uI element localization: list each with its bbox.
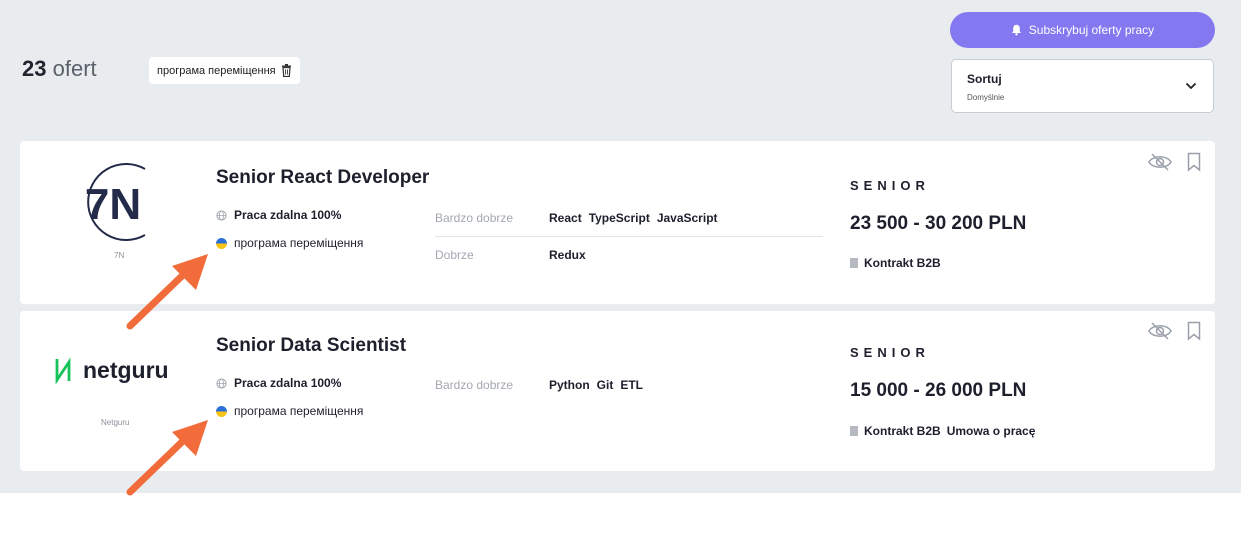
bookmark-icon[interactable] [1187,152,1201,172]
skill-tag: Redux [549,248,586,262]
skill-tag: ETL [620,378,644,392]
relocation-tag: програма переміщення [216,236,363,250]
skill-list: React TypeScript JavaScript [549,211,718,225]
seniority-level: SENIOR [850,178,930,193]
company-logo-text: 7N [85,180,141,229]
skill-tag: TypeScript [588,211,650,225]
company-name: 7N [114,251,125,260]
relocation-label: програма переміщення [234,404,364,418]
company-logo: netguru [55,357,169,385]
document-icon [850,258,858,268]
skill-tag: JavaScript [656,211,718,225]
skill-tag: Python [549,378,590,392]
document-icon [850,426,858,436]
results-count-number: 23 [22,56,47,81]
salary-range: 15 000 - 26 000 PLN [850,380,1027,401]
seniority-level: SENIOR [850,345,930,360]
company-logo: 7N [85,163,146,241]
bookmark-icon[interactable] [1187,321,1201,341]
skill-level-label: Dobrze [435,248,474,262]
work-mode-label: Praca zdalna 100% [234,208,342,222]
chevron-down-icon [1185,82,1197,90]
filter-chip-label: програма переміщення [157,64,276,77]
skill-divider [435,236,823,237]
job-title[interactable]: Senior React Developer [216,167,429,189]
work-mode: Praca zdalna 100% [216,208,341,222]
bell-icon [1011,24,1021,36]
annotation-arrow [126,420,208,496]
active-filter-chip[interactable]: програма переміщення [149,57,300,84]
sort-value: Domyślnie [967,93,1005,102]
globe-icon [216,209,227,221]
contract-type: Kontrakt B2B [864,424,941,438]
contract-types: Kontrakt B2B Umowa o pracę [850,424,1035,438]
contract-type: Umowa o pracę [946,424,1036,438]
work-mode: Praca zdalna 100% [216,376,341,390]
salary-range: 23 500 - 30 200 PLN [850,213,1027,234]
skill-level-label: Bardzo dobrze [435,211,514,225]
results-count-label: ofert [52,56,97,81]
contract-types: Kontrakt B2B [850,256,941,270]
subscribe-button[interactable]: Subskrybuj oferty pracy [950,12,1215,48]
skill-tag: Git [596,378,614,392]
relocation-tag: програма переміщення [216,404,363,418]
annotation-arrow [126,254,208,330]
skill-list: Python Git ETL [549,378,643,392]
globe-icon [216,377,227,389]
ukraine-flag-icon [216,405,227,417]
job-title[interactable]: Senior Data Scientist [216,335,406,357]
hide-offer-icon[interactable] [1147,321,1173,341]
relocation-label: програма переміщення [234,236,364,250]
sort-dropdown[interactable]: Sortuj Domyślnie [951,59,1214,113]
results-count: 23 ofert [22,56,97,82]
sort-label: Sortuj [967,72,1002,86]
skill-level-label: Bardzo dobrze [435,378,514,392]
hide-offer-icon[interactable] [1147,152,1173,172]
ukraine-flag-icon [216,237,227,249]
skill-list: Redux [549,248,586,262]
work-mode-label: Praca zdalna 100% [234,376,342,390]
company-logo-text: netguru [83,357,169,383]
subscribe-button-label: Subskrybuj oferty pracy [1028,23,1155,37]
skill-tag: React [549,211,582,225]
trash-icon[interactable] [281,64,292,77]
contract-type: Kontrakt B2B [864,256,941,270]
